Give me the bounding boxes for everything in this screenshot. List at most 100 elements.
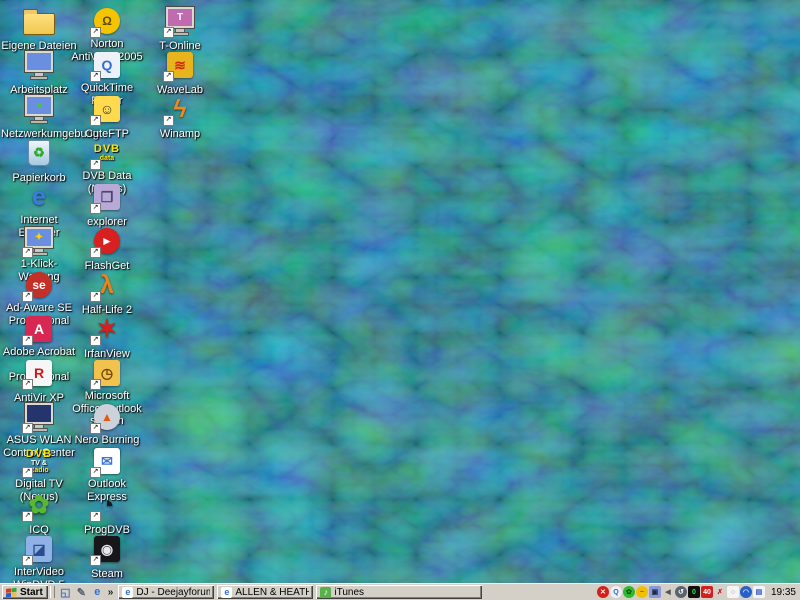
- power-scheme-tray-icon[interactable]: ↺: [675, 586, 687, 598]
- desktop-icon-papierkorb[interactable]: ♻Papierkorb: [1, 138, 77, 186]
- shortcut-arrow-icon: ↗: [90, 247, 101, 258]
- icq-icon: ✿↗: [22, 490, 56, 520]
- quicktime-tray-icon[interactable]: Q: [610, 586, 622, 598]
- desktop-icon-icq[interactable]: ✿↗ICQ: [1, 490, 77, 538]
- network-tray-icon[interactable]: ▣: [649, 586, 661, 598]
- my-documents-icon: [22, 6, 56, 36]
- acrobat-icon: A↗: [22, 314, 56, 344]
- update-document-tray-icon[interactable]: ▤: [753, 586, 765, 598]
- desktop: Eigene DateienArbeitsplatz●Netzwerkumgeb…: [0, 0, 800, 583]
- t-online-icon: T↗: [163, 6, 197, 36]
- desktop-icon-t-online[interactable]: T↗T-Online: [142, 6, 218, 54]
- desktop-icon-cuteftp[interactable]: ☺↗CuteFTP: [69, 94, 145, 142]
- itunes-icon: ♪: [320, 587, 331, 598]
- browser-window-icon[interactable]: ◱: [59, 586, 72, 599]
- task-button-allen-heath-worl[interactable]: eALLEN & HEATH // WORL...: [217, 585, 313, 599]
- shortcut-arrow-icon: ↗: [90, 115, 101, 126]
- desktop-icon-steam[interactable]: ◉↗ Steam: [69, 534, 145, 582]
- task-button-label: DJ - Deejayforum.de - D...: [136, 587, 210, 598]
- shortcut-arrow-icon: ↗: [90, 159, 101, 170]
- windvd-icon: ◪↗: [22, 534, 56, 564]
- shortcut-arrow-icon: ↗: [90, 467, 101, 478]
- desktop-icon-label: Winamp: [160, 128, 200, 141]
- globe-tray-icon[interactable]: ◠: [740, 586, 752, 598]
- flashget-icon: ►↗: [90, 226, 124, 256]
- nero-icon: ▲↗: [90, 402, 124, 432]
- internet-explorer-icon: e: [122, 587, 133, 598]
- shortcut-arrow-icon: ↗: [22, 467, 33, 478]
- norton-antivirus-icon: Ω↗: [90, 6, 124, 36]
- ad-watch-tray-icon[interactable]: ✗: [714, 586, 726, 598]
- wavelab-icon: ≋↗: [163, 50, 197, 80]
- shortcut-arrow-icon: ↗: [163, 27, 174, 38]
- battery-meter-tray-icon[interactable]: 0: [688, 586, 700, 598]
- dsl-speed-tray-icon[interactable]: 40: [701, 586, 713, 598]
- volume-tray-icon[interactable]: ◀: [662, 586, 674, 598]
- my-computer-icon: [22, 50, 56, 80]
- progdvb-icon: ◔↗: [90, 490, 124, 520]
- start-button[interactable]: Start: [2, 585, 48, 599]
- dvb-data-icon: DVBdata↗: [90, 138, 124, 168]
- desktop-icon-irfanview[interactable]: ✶↗IrfanView: [69, 314, 145, 362]
- outlook-setup-icon: ◷↗: [90, 358, 124, 388]
- windows-flag-icon: [5, 587, 17, 598]
- shortcut-arrow-icon: ↗: [90, 511, 101, 522]
- desktop-icon-flashget[interactable]: ►↗FlashGet: [69, 226, 145, 274]
- show-desktop-icon[interactable]: ✎: [75, 586, 88, 599]
- system-tray: ✕Q✿~▣◀↺040✗○◠▤ 19:35: [597, 586, 800, 598]
- desktop-icon-arbeitsplatz[interactable]: Arbeitsplatz: [1, 50, 77, 98]
- shortcut-arrow-icon: ↗: [22, 511, 33, 522]
- one-click-maintenance-icon: ✦↗: [22, 226, 56, 256]
- antivir-icon: R↗: [22, 358, 56, 388]
- steam-icon: ◉↗: [90, 534, 124, 564]
- digital-tv-icon: DVBTV &Radio↗: [22, 446, 56, 476]
- shortcut-arrow-icon: ↗: [90, 27, 101, 38]
- shortcut-arrow-icon: ↗: [90, 203, 101, 214]
- quicktime-icon: Q↗: [90, 50, 124, 80]
- icq-status-tray-icon[interactable]: ✿: [623, 586, 635, 598]
- shortcut-arrow-icon: ↗: [90, 379, 101, 390]
- desktop-icon-grid: Eigene DateienArbeitsplatz●Netzwerkumgeb…: [0, 0, 800, 583]
- task-button-itunes[interactable]: ♪iTunes: [316, 585, 482, 599]
- desktop-icon-intervideo-windvd-5[interactable]: ◪↗ InterVideo WinDVD 5: [1, 534, 77, 583]
- desktop-icon-half-life-2[interactable]: λ↗Half-Life 2: [69, 270, 145, 318]
- norton-tray-icon[interactable]: ~: [636, 586, 648, 598]
- desktop-icon-winamp[interactable]: ϟ↗ Winamp: [142, 94, 218, 142]
- start-button-label: Start: [20, 587, 43, 598]
- antivir-tray-icon[interactable]: ✕: [597, 586, 609, 598]
- shortcut-arrow-icon: ↗: [163, 71, 174, 82]
- winamp-icon: ϟ↗: [163, 94, 197, 124]
- taskbar-clock[interactable]: 19:35: [771, 587, 796, 598]
- desktop-icon-label: InterVideo WinDVD 5: [1, 566, 77, 583]
- recycle-bin-icon: ♻: [22, 138, 56, 168]
- shortcut-arrow-icon: ↗: [22, 423, 33, 434]
- desktop-icon-progdvb[interactable]: ◔↗ProgDVB: [69, 490, 145, 538]
- shortcut-arrow-icon: ↗: [90, 555, 101, 566]
- shortcut-arrow-icon: ↗: [22, 291, 33, 302]
- network-neighborhood-icon: ●: [22, 94, 56, 124]
- internet-explorer-icon[interactable]: e: [91, 586, 104, 599]
- internet-explorer-icon: e: [221, 587, 232, 598]
- ad-aware-icon: se↗: [22, 270, 56, 300]
- explorer-icon: ❒↗: [90, 182, 124, 212]
- asus-wlan-icon: ↗: [22, 402, 56, 432]
- shortcut-arrow-icon: ↗: [22, 379, 33, 390]
- desktop-icon-wavelab[interactable]: ≋↗WaveLab: [142, 50, 218, 98]
- quick-launch-overflow-chevron[interactable]: »: [106, 587, 116, 598]
- desktop-icon-label: Steam: [91, 568, 123, 581]
- tray-icons: ✕Q✿~▣◀↺040✗○◠▤: [597, 586, 765, 598]
- irfanview-icon: ✶↗: [90, 314, 124, 344]
- task-buttons: eDJ - Deejayforum.de - D...eALLEN & HEAT…: [115, 585, 482, 599]
- task-button-label: iTunes: [334, 587, 364, 598]
- shortcut-arrow-icon: ↗: [90, 291, 101, 302]
- desktop-icon-netzwerkumgebung[interactable]: ●Netzwerkumgebung: [1, 94, 77, 142]
- desktop-icon-eigene-dateien[interactable]: Eigene Dateien: [1, 6, 77, 54]
- desktop-icon-antivir-xp[interactable]: R↗AntiVir XP: [1, 358, 77, 406]
- desktop-icon-explorer[interactable]: ❒↗explorer: [69, 182, 145, 230]
- half-life-2-icon: λ↗: [90, 270, 124, 300]
- taskbar: Start ◱✎e » eDJ - Deejayforum.de - D...e…: [0, 583, 800, 600]
- task-button-dj-deejayforum-de-d[interactable]: eDJ - Deejayforum.de - D...: [118, 585, 214, 599]
- internet-explorer-icon: e: [22, 182, 56, 212]
- mouse-tray-icon[interactable]: ○: [727, 586, 739, 598]
- shortcut-arrow-icon: ↗: [22, 335, 33, 346]
